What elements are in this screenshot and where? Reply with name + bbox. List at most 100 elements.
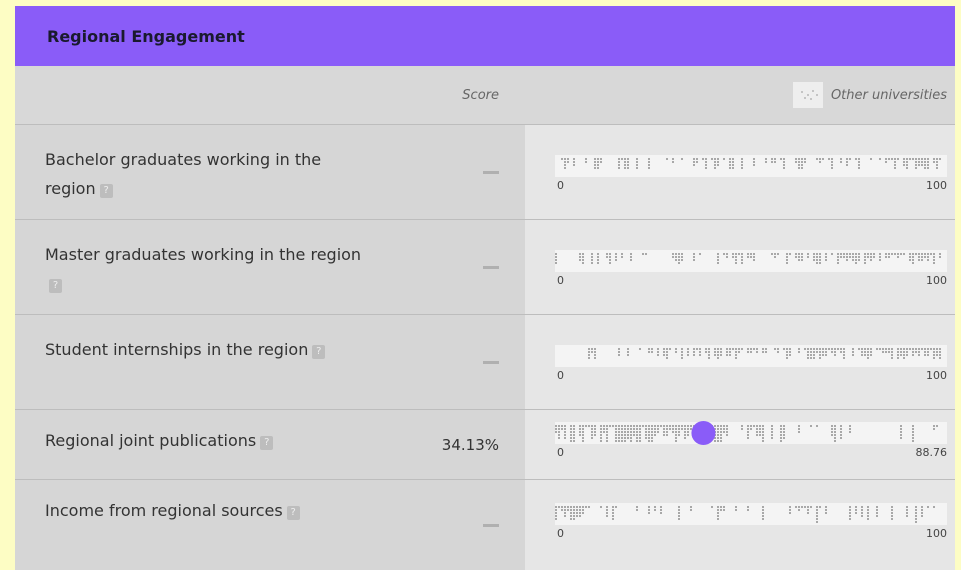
university-dot (636, 158, 638, 160)
university-dot (894, 167, 896, 169)
university-dot (939, 351, 941, 353)
university-dot (717, 506, 719, 508)
university-dot (675, 434, 677, 436)
university-dot (915, 515, 917, 517)
university-dot (843, 253, 845, 255)
university-dot (783, 164, 785, 166)
university-dot (687, 354, 689, 356)
university-dot (825, 256, 827, 258)
university-dot (798, 425, 800, 427)
university-dot (783, 167, 785, 169)
dot-strip-svg (561, 158, 941, 169)
university-dot (657, 354, 659, 356)
university-dot (834, 348, 836, 350)
university-dot (780, 425, 782, 427)
university-dot (936, 158, 938, 160)
university-dot (876, 348, 878, 350)
university-dot (858, 348, 860, 350)
university-dot (750, 253, 752, 255)
university-dot (924, 348, 926, 350)
university-dot (834, 428, 836, 430)
university-dot (648, 434, 650, 436)
university-dot (651, 437, 653, 439)
university-dot (555, 262, 557, 264)
axis-min: 0 (557, 274, 564, 287)
university-dot (630, 253, 632, 255)
university-dot (648, 425, 650, 427)
university-dot (897, 351, 899, 353)
university-dot (726, 348, 728, 350)
university-dot (921, 158, 923, 160)
help-icon[interactable]: ? (49, 279, 62, 293)
university-dot (921, 506, 923, 508)
university-dot (921, 259, 923, 261)
university-dot (645, 434, 647, 436)
help-icon[interactable]: ? (260, 436, 274, 450)
university-dot (597, 259, 599, 261)
university-dot (819, 256, 821, 258)
help-icon[interactable]: ? (286, 506, 300, 520)
university-dot (573, 428, 575, 430)
university-dot (789, 351, 791, 353)
university-dot (780, 440, 782, 442)
university-dot (717, 440, 719, 442)
university-dot (612, 515, 614, 517)
university-dot (750, 256, 752, 258)
university-dot (816, 253, 818, 255)
university-dot (570, 518, 572, 520)
university-dot (735, 256, 737, 258)
university-dot (711, 506, 713, 508)
university-dot (816, 521, 818, 523)
help-icon[interactable]: ? (312, 345, 326, 359)
university-dot (573, 158, 575, 160)
university-dot (729, 161, 731, 163)
university-dot (894, 161, 896, 163)
university-dot (909, 256, 911, 258)
axis-max: 100 (926, 369, 947, 382)
university-dot (912, 431, 914, 433)
university-dot (666, 354, 668, 356)
university-dot (936, 167, 938, 169)
university-dot (840, 253, 842, 255)
university-dot (564, 167, 566, 169)
university-dot (936, 164, 938, 166)
university-dot (663, 425, 665, 427)
university-dot (783, 437, 785, 439)
university-dot (912, 434, 914, 436)
help-icon[interactable]: ? (99, 184, 113, 198)
university-dot (912, 253, 914, 255)
university-dot (918, 253, 920, 255)
university-dot (717, 509, 719, 511)
university-dot (891, 515, 893, 517)
university-dot (885, 158, 887, 160)
university-dot (747, 506, 749, 508)
university-dot (591, 253, 593, 255)
university-dot (840, 161, 842, 163)
university-dot (579, 256, 581, 258)
university-dot (606, 256, 608, 258)
university-dot (735, 506, 737, 508)
university-dot (690, 509, 692, 511)
university-dot (732, 158, 734, 160)
university-dot (891, 158, 893, 160)
university-dot (915, 521, 917, 523)
university-dot (564, 161, 566, 163)
distribution-chart: 0 100 (525, 220, 955, 314)
university-dot (939, 357, 941, 359)
university-dot (663, 434, 665, 436)
university-dot (579, 509, 581, 511)
university-dot (927, 253, 929, 255)
university-dot (651, 351, 653, 353)
university-dot (870, 351, 872, 353)
university-dot (762, 518, 764, 520)
this-university-marker[interactable] (691, 421, 716, 445)
university-dot (909, 158, 911, 160)
university-dot (843, 357, 845, 359)
university-dot (651, 428, 653, 430)
axis-min: 0 (557, 369, 564, 382)
university-dot (810, 506, 812, 508)
university-dot (666, 434, 668, 436)
university-dot (693, 253, 695, 255)
university-dot (843, 351, 845, 353)
university-dot (831, 253, 833, 255)
